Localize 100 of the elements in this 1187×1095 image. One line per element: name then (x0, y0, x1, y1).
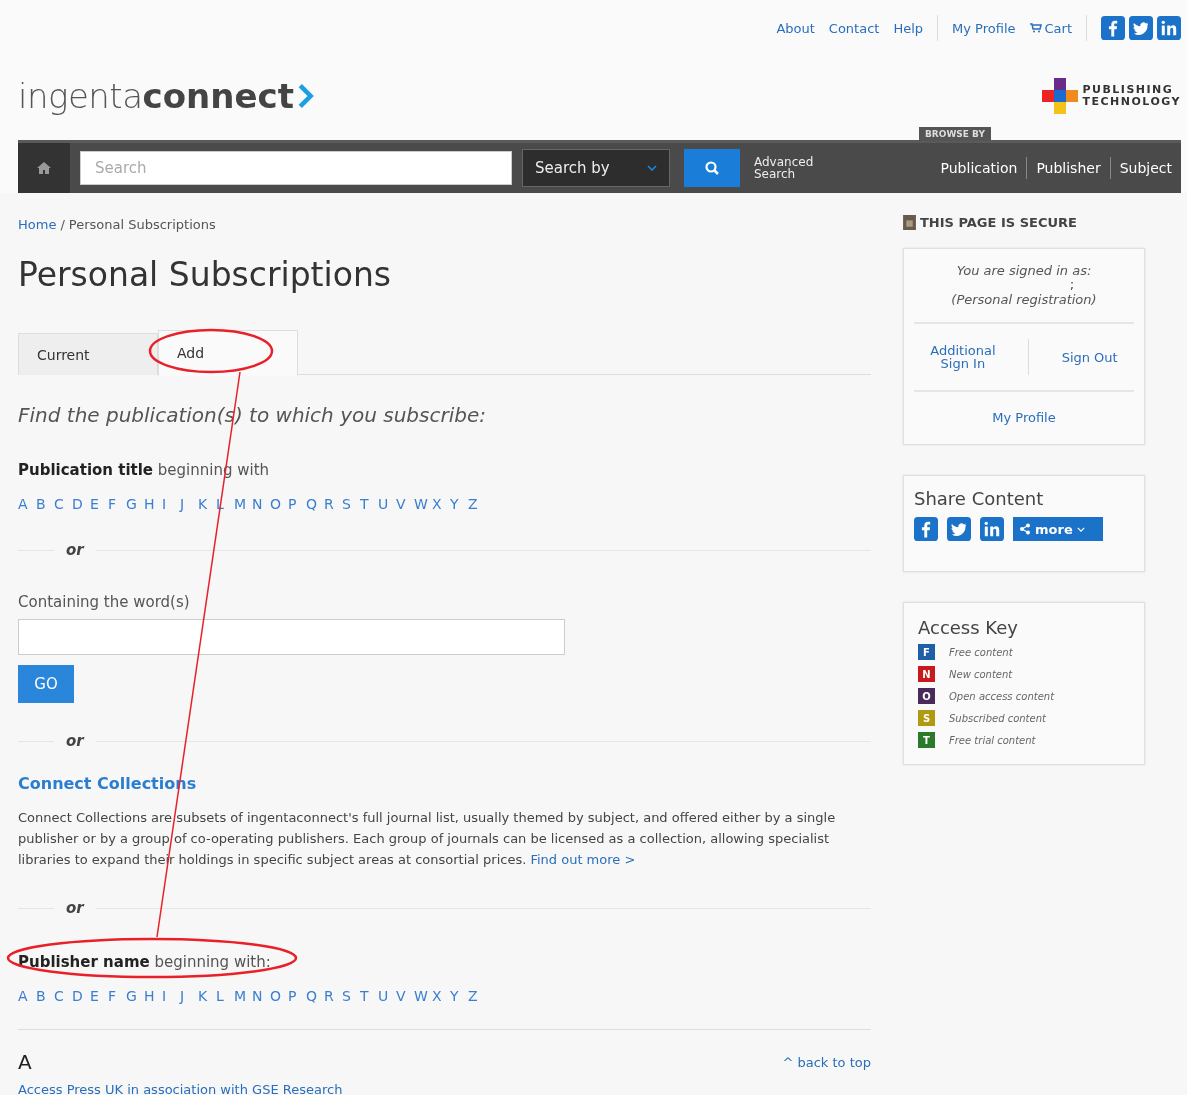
partner-logo-text: PUBLISHING TECHNOLOGY (1082, 84, 1181, 108)
letter-link[interactable]: Y (450, 988, 464, 1004)
secure-notice: THIS PAGE IS SECURE (920, 215, 1077, 230)
search-by-dropdown[interactable]: Search by (522, 149, 670, 187)
words-input-field[interactable] (18, 619, 565, 655)
letter-link[interactable]: B (36, 496, 50, 512)
letter-link[interactable]: W (414, 988, 428, 1004)
letter-link[interactable]: L (216, 988, 230, 1004)
letter-link[interactable]: A (18, 496, 32, 512)
find-out-more-link[interactable]: Find out more > (530, 852, 636, 867)
access-badge: N (918, 666, 935, 682)
letter-link[interactable]: Y (450, 496, 464, 512)
letter-link[interactable]: T (360, 988, 374, 1004)
letter-link[interactable]: S (342, 496, 356, 512)
letter-link[interactable]: K (198, 988, 212, 1004)
letter-link[interactable]: R (324, 988, 338, 1004)
search-icon (704, 160, 720, 176)
letter-link[interactable]: K (198, 496, 212, 512)
publisher-link[interactable]: Access Press UK in association with GSE Research (18, 1082, 871, 1095)
linkedin-icon[interactable] (1157, 16, 1181, 40)
letter-link[interactable]: A (18, 988, 32, 1004)
go-button[interactable]: GO (18, 665, 74, 703)
letter-link[interactable]: W (414, 496, 428, 512)
letter-link[interactable]: H (144, 496, 158, 512)
letter-link[interactable]: C (54, 988, 68, 1004)
tab[interactable]: Add (158, 330, 298, 376)
access-badge: S (918, 710, 935, 726)
tab[interactable]: Current (18, 333, 158, 375)
letter-link[interactable]: U (378, 496, 392, 512)
share-icon (1019, 523, 1031, 535)
letter-link[interactable]: H (144, 988, 158, 1004)
letter-link[interactable]: X (432, 496, 446, 512)
access-label: Subscribed content (949, 712, 1046, 724)
letter-link[interactable]: I (162, 496, 176, 512)
letter-link[interactable]: Q (306, 496, 320, 512)
top-link[interactable]: My Profile (952, 20, 1016, 36)
search-field[interactable]: Search (80, 151, 512, 185)
home-button[interactable] (18, 143, 70, 193)
access-badge: F (918, 644, 935, 660)
card-title: Share Content (914, 488, 1045, 509)
browse-link[interactable]: Subject (1110, 160, 1181, 176)
letter-link[interactable]: G (126, 988, 140, 1004)
browse-link[interactable]: Publisher (1027, 160, 1110, 176)
letter-link[interactable]: I (162, 988, 176, 1004)
browse-link[interactable]: Publication (931, 160, 1027, 176)
signed-in-text: You are signed in as: (955, 263, 1093, 278)
letter-link[interactable]: B (36, 988, 50, 1004)
letter-link[interactable]: T (360, 496, 374, 512)
advanced-search-link[interactable]: Advanced Search (754, 156, 814, 180)
letter-link[interactable]: Z (468, 988, 482, 1004)
facebook-icon[interactable] (1101, 16, 1125, 40)
my-profile-link[interactable]: My Profile (992, 410, 1056, 425)
back-to-top-link[interactable]: ^ back to top (782, 1054, 871, 1070)
letter-link[interactable]: P (288, 988, 302, 1004)
letter-link[interactable]: V (396, 988, 410, 1004)
browse-label: BROWSE BY (918, 127, 991, 141)
top-link[interactable]: Help (893, 20, 924, 36)
access-label: Open access content (949, 690, 1055, 702)
letter-link[interactable]: J (180, 988, 194, 1004)
letter-link[interactable]: M (234, 496, 248, 512)
letter-link[interactable]: O (270, 496, 284, 512)
letter-link[interactable]: G (126, 496, 140, 512)
letter-link[interactable]: P (288, 496, 302, 512)
card-title: Access Key (918, 617, 1019, 638)
letter-link[interactable]: N (252, 988, 266, 1004)
caret-icon (1076, 526, 1085, 532)
letter-link[interactable]: M (234, 988, 248, 1004)
access-label: New content (949, 668, 1013, 680)
more-share-button[interactable]: more (1013, 517, 1103, 541)
twitter-icon[interactable] (1129, 16, 1153, 40)
letter-link[interactable]: J (180, 496, 194, 512)
letter-link[interactable]: N (252, 496, 266, 512)
facebook-icon[interactable] (914, 517, 938, 541)
top-link[interactable]: Contact (828, 20, 880, 36)
letter-link[interactable]: Q (306, 988, 320, 1004)
twitter-icon[interactable] (947, 517, 971, 541)
cart-icon (1029, 23, 1042, 33)
letter-link[interactable]: R (324, 496, 338, 512)
additional-sign-in-link[interactable]: Additional Sign In (930, 344, 996, 370)
letter-link[interactable]: E (90, 496, 104, 512)
site-logo[interactable]: ingentaconnect (18, 76, 314, 116)
top-link[interactable]: About (776, 20, 815, 36)
letter-link[interactable]: S (342, 988, 356, 1004)
search-button[interactable] (684, 149, 740, 187)
letter-link[interactable]: C (54, 496, 68, 512)
letter-link[interactable]: F (108, 496, 122, 512)
linkedin-icon[interactable] (980, 517, 1004, 541)
breadcrumb-link[interactable]: Home (18, 217, 57, 232)
letter-link[interactable]: O (270, 988, 284, 1004)
letter-link[interactable]: D (72, 988, 86, 1004)
letter-link[interactable]: E (90, 988, 104, 1004)
letter-link[interactable]: V (396, 496, 410, 512)
caret-icon (647, 165, 657, 171)
letter-link[interactable]: U (378, 988, 392, 1004)
letter-link[interactable]: X (432, 988, 446, 1004)
letter-link[interactable]: Z (468, 496, 482, 512)
top-link[interactable]: Cart (1029, 20, 1072, 36)
letter-link[interactable]: D (72, 496, 86, 512)
letter-link[interactable]: F (108, 988, 122, 1004)
sign-out-link[interactable]: Sign Out (1061, 350, 1118, 364)
